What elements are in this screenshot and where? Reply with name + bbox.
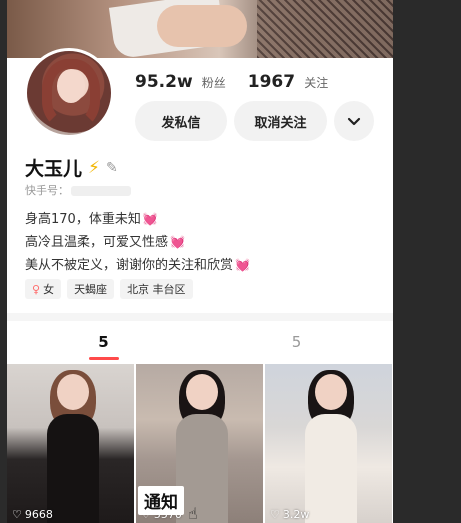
cover-hand-shape [157, 5, 247, 47]
video-thumbnail[interactable]: ♡5570 通知 ☝ [136, 364, 263, 523]
content-tabs: 5 5 [7, 321, 393, 363]
send-message-button[interactable]: 发私信 [135, 101, 227, 141]
section-divider [7, 313, 393, 321]
lightning-icon: ⚡ [88, 157, 100, 178]
gender-label: 女 [43, 283, 55, 296]
profile-screen: 95.2w 粉丝 1967 关注 发私信 取消关注 大玉儿 ⚡ ✎ 快手号： 身… [7, 0, 393, 523]
user-id-blurred [71, 186, 131, 196]
following-count: 1967 [247, 72, 296, 92]
heart-icon: 💓 [235, 258, 250, 272]
video-grid: ♡9668 ♡5570 通知 ☝ ♡3.2w [7, 364, 393, 523]
chevron-down-icon [347, 117, 361, 126]
fans-stat[interactable]: 95.2w 粉丝 [135, 72, 226, 92]
user-id-label: 快手号： [25, 184, 69, 197]
unfollow-button[interactable]: 取消关注 [234, 101, 327, 141]
heart-icon: 💓 [170, 235, 185, 249]
hand-cursor-icon: ☝ [188, 504, 198, 523]
video-thumbnail[interactable]: ♡ 3.2w [265, 364, 392, 523]
gender-tag: ♀ 女 [25, 279, 62, 299]
profile-name: 大玉儿 [25, 158, 83, 180]
bio-line-3: 美从不被定义，谢谢你的关注和欣赏 💓 [25, 258, 250, 273]
notification-overlay: 通知 [138, 486, 184, 515]
heart-outline-icon: ♡ [12, 508, 22, 521]
user-id[interactable]: 快手号： [25, 182, 131, 198]
profile-stats: 95.2w 粉丝 1967 关注 [135, 72, 328, 92]
heart-icon: 💓 [142, 212, 158, 226]
female-icon: ♀ [32, 282, 41, 296]
fans-label: 粉丝 [201, 76, 226, 90]
thumbnail-figure [42, 370, 102, 523]
more-button[interactable] [334, 101, 374, 141]
like-count: ♡ 3.2w [270, 508, 310, 521]
profile-sheet: 95.2w 粉丝 1967 关注 发私信 取消关注 大玉儿 ⚡ ✎ 快手号： 身… [7, 48, 393, 523]
bio: 身高170，体重未知 💓 高冷且温柔，可爱又性感 💓 美从不被定义，谢谢你的关注和欣… [25, 208, 250, 277]
fans-count: 95.2w [135, 72, 193, 92]
screen-background [393, 0, 461, 523]
bio-line-1: 身高170，体重未知 💓 [25, 212, 158, 227]
thumbnail-figure [300, 370, 360, 523]
avatar-face-shape [57, 69, 85, 103]
cover-fabric-shape [257, 0, 393, 58]
video-thumbnail[interactable]: ♡ 9668 [7, 364, 134, 523]
following-stat[interactable]: 1967 关注 [248, 72, 328, 92]
like-count: ♡ 9668 [12, 508, 53, 521]
following-label: 关注 [304, 76, 329, 90]
avatar[interactable] [24, 48, 114, 138]
tab-second[interactable]: 5 [200, 321, 393, 363]
profile-tags: ♀ 女 天蝎座 北京 丰台区 [25, 279, 193, 299]
zodiac-tag: 天蝎座 [67, 279, 115, 299]
tab-works[interactable]: 5 [7, 321, 200, 363]
name-row: 大玉儿 ⚡ ✎ [25, 154, 118, 181]
heart-outline-icon: ♡ [270, 508, 280, 521]
edit-icon[interactable]: ✎ [106, 160, 118, 176]
bio-line-2: 高冷且温柔，可爱又性感 💓 [25, 235, 185, 250]
location-tag: 北京 丰台区 [120, 279, 193, 299]
